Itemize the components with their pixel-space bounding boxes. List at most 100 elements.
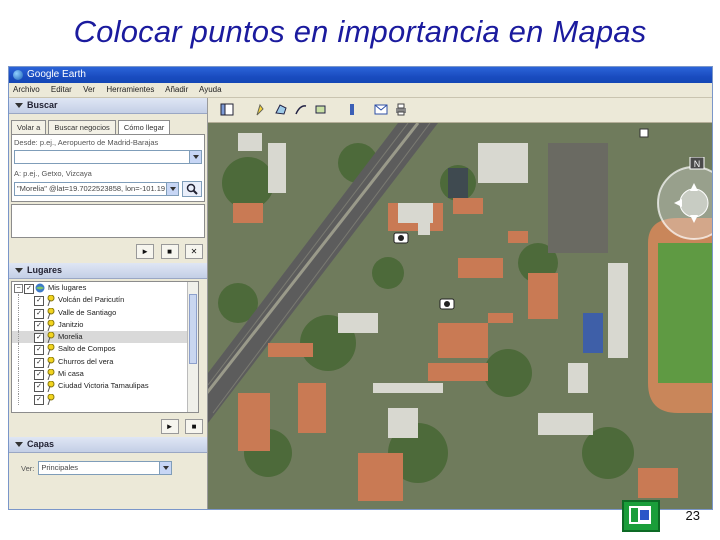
view-label: Ver: — [21, 463, 35, 473]
list-item-label: Valle de Santiago — [58, 307, 117, 317]
to-label: A: p.ej., Getxo, Vizcaya — [14, 169, 92, 178]
menu-anadir[interactable]: Añadir — [165, 85, 188, 94]
placemark-icon[interactable] — [253, 103, 267, 116]
google-earth-icon — [13, 70, 23, 80]
view-select[interactable]: Principales — [38, 461, 173, 475]
list-item-label: Ciudad Victoria Tamaulipas — [58, 381, 149, 391]
tab-buscar-negocios[interactable]: Buscar negocios — [48, 120, 116, 134]
to-value: "Morelia" @lat=19.7022523858, lon=-101.1… — [17, 184, 166, 193]
menu-herramientas[interactable]: Herramientes — [106, 85, 154, 94]
photo-marker-2[interactable] — [439, 298, 455, 310]
checkbox[interactable]: ✓ — [34, 357, 44, 368]
pushpin-icon — [47, 332, 55, 344]
tree-root-label: Mis lugares — [48, 283, 87, 292]
search-button[interactable] — [182, 181, 202, 197]
list-item[interactable]: ✓ Ciudad Victoria Tamaulipas — [12, 380, 198, 393]
pushpin-icon — [47, 381, 55, 393]
list-item-label: Volcán del Paricutín — [58, 295, 125, 305]
checkbox-root[interactable]: ✓ — [24, 284, 34, 294]
list-item[interactable]: ✓ Valle de Santiago — [12, 306, 198, 319]
list-item-label: Janitzio — [58, 319, 84, 329]
layers-panel-header[interactable]: Capas — [9, 437, 207, 453]
path-icon[interactable] — [294, 103, 308, 116]
search-results[interactable] — [11, 204, 205, 238]
window-titlebar[interactable]: Google Earth — [9, 67, 712, 83]
tree-line — [18, 318, 20, 331]
collapse-arrow-icon[interactable] — [15, 103, 23, 108]
play-button[interactable]: ► — [136, 244, 155, 259]
tree-items: ✓ Volcán del Paricutín ✓ Valle de Santiago ✓… — [12, 294, 198, 405]
from-input[interactable] — [14, 150, 202, 164]
list-item[interactable]: ✓ Morelia — [12, 331, 198, 344]
checkbox[interactable]: ✓ — [34, 320, 44, 331]
from-label: Desde: p.ej., Aeropuerto de Madrid-Baraj… — [14, 138, 159, 147]
checkbox[interactable]: ✓ — [34, 333, 44, 344]
google-earth-window: Google Earth Archivo Editar Ver Herramie… — [8, 66, 713, 510]
sidebar-icon[interactable] — [220, 103, 234, 116]
tab-como-llegar[interactable]: Cómo llegar — [117, 120, 171, 134]
menu-ver[interactable]: Ver — [83, 85, 95, 94]
presentation-logo — [622, 500, 660, 532]
overlay-icon[interactable] — [314, 103, 328, 116]
list-item-label: Mi casa — [58, 369, 84, 379]
checkbox[interactable]: ✓ — [34, 308, 44, 319]
tree-line — [18, 343, 20, 356]
tree-line — [18, 294, 20, 307]
places-panel-header[interactable]: Lugares — [9, 263, 207, 279]
menu-editar[interactable]: Editar — [51, 85, 72, 94]
pushpin-icon — [47, 393, 55, 405]
tab-volar-a[interactable]: Volar a — [11, 120, 47, 134]
list-item[interactable]: ✓ Churros del vera — [12, 355, 198, 368]
navigation-control[interactable]: N — [650, 157, 712, 257]
places-scrollbar[interactable] — [187, 282, 198, 412]
pushpin-icon — [47, 307, 55, 319]
to-input[interactable]: "Morelia" @lat=19.7022523858, lon=-101.1… — [14, 182, 179, 196]
tree-root[interactable]: − ✓ Mis lugares — [12, 282, 198, 294]
list-item[interactable]: ✓ Mi casa — [12, 368, 198, 381]
search-panel-title: Buscar — [27, 100, 58, 110]
list-item[interactable]: ✓ — [12, 392, 198, 405]
places-stop-button[interactable]: ■ — [185, 419, 203, 434]
menu-archivo[interactable]: Archivo — [13, 85, 40, 94]
search-controls: ► ■ ✕ — [9, 238, 207, 262]
photo-marker-1[interactable] — [393, 232, 409, 244]
list-item[interactable]: ✓ Volcán del Paricutín — [12, 294, 198, 307]
map-toolbar — [208, 98, 712, 123]
pushpin-icon — [47, 295, 55, 307]
sidebar: Buscar Volar a Buscar negocios Cómo lleg… — [9, 98, 208, 509]
menu-bar: Archivo Editar Ver Herramientes Añadir A… — [9, 83, 712, 98]
polygon-icon[interactable] — [274, 103, 288, 116]
to-dropdown-icon[interactable] — [166, 183, 178, 195]
view-dropdown-icon[interactable] — [159, 462, 172, 474]
stop-button[interactable]: ■ — [160, 244, 179, 259]
places-controls: ► ■ — [9, 413, 207, 437]
checkbox[interactable]: ✓ — [34, 345, 44, 356]
search-panel-header[interactable]: Buscar — [9, 98, 207, 114]
places-play-button[interactable]: ► — [160, 419, 179, 434]
expand-toggle-icon[interactable]: − — [14, 284, 23, 293]
checkbox[interactable]: ✓ — [34, 370, 44, 381]
list-item[interactable]: ✓ Janitzio — [12, 318, 198, 331]
ruler-icon[interactable] — [345, 103, 359, 116]
search-tabs: Volar a Buscar negocios Cómo llegar — [9, 114, 207, 134]
list-item-label: Salto de Compos — [58, 344, 116, 354]
collapse-arrow-icon[interactable] — [15, 268, 23, 273]
list-item-label: Churros del vera — [58, 356, 114, 366]
checkbox[interactable]: ✓ — [34, 382, 44, 393]
from-dropdown-icon[interactable] — [189, 151, 201, 163]
globe-icon — [35, 283, 45, 293]
clear-button[interactable]: ✕ — [185, 244, 203, 259]
checkbox[interactable]: ✓ — [34, 394, 44, 405]
tree-line — [18, 355, 20, 368]
collapse-arrow-icon[interactable] — [15, 442, 23, 447]
email-icon[interactable] — [374, 103, 388, 116]
pushpin-icon — [47, 319, 55, 331]
menu-ayuda[interactable]: Ayuda — [199, 85, 222, 94]
map-view[interactable]: N — [208, 123, 712, 509]
tree-line — [18, 392, 20, 405]
print-icon[interactable] — [394, 103, 408, 116]
checkbox[interactable]: ✓ — [34, 296, 44, 307]
tree-line — [18, 331, 20, 344]
scrollbar-thumb[interactable] — [189, 294, 197, 364]
list-item[interactable]: ✓ Salto de Compos — [12, 343, 198, 356]
